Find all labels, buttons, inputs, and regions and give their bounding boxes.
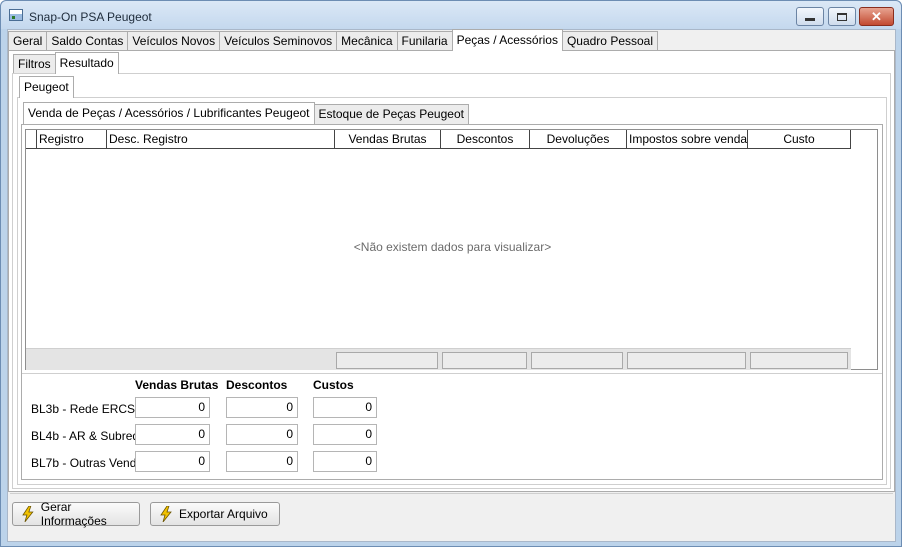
row-label-bl3b: BL3b - Rede ERCS	[31, 402, 136, 416]
report-tab-strip: Venda de Peças / Acessórios / Lubrifican…	[23, 102, 469, 124]
footer-vendas-brutas-cell	[336, 352, 438, 369]
grid-header: Registro Desc. Registro Vendas Brutas De…	[26, 130, 851, 149]
tab-resultado[interactable]: Resultado	[54, 52, 119, 74]
footer-devolucoes-cell	[531, 352, 623, 369]
app-window-icon	[9, 9, 23, 21]
title-bar[interactable]: Snap-On PSA Peugeot ✕	[1, 1, 901, 29]
venda-pecas-panel: Registro Desc. Registro Vendas Brutas De…	[21, 124, 883, 480]
exportar-arquivo-button[interactable]: Exportar Arquivo	[150, 502, 280, 526]
bl4b-custos-field[interactable]: 0	[313, 424, 377, 445]
close-button[interactable]: ✕	[859, 7, 894, 26]
gerar-informacoes-label: Gerar Informações	[40, 500, 107, 528]
col-devolucoes[interactable]: Devoluções	[530, 130, 627, 148]
maximize-icon	[837, 12, 847, 21]
footer-custo-cell	[750, 352, 848, 369]
tab-geral[interactable]: Geral	[8, 31, 48, 51]
tab-pecas-acessorios[interactable]: Peças / Acessórios	[451, 29, 563, 51]
peugeot-panel: Venda de Peças / Acessórios / Lubrifican…	[17, 97, 887, 485]
brand-tab-strip: Peugeot	[19, 76, 74, 98]
col-desc-registro[interactable]: Desc. Registro	[107, 130, 335, 148]
col-impostos-sobre-vendas[interactable]: Impostos sobre vendas	[627, 130, 748, 148]
tab-peugeot[interactable]: Peugeot	[19, 76, 74, 98]
bl4b-vendas-brutas-field[interactable]: 0	[135, 424, 210, 445]
minimize-button[interactable]	[796, 7, 824, 26]
totals-divider	[22, 373, 882, 374]
tab-mecanica[interactable]: Mecânica	[336, 31, 398, 51]
bl7b-descontos-field[interactable]: 0	[226, 451, 298, 472]
row-label-bl7b: BL7b - Outras Vendas	[31, 456, 150, 470]
bl3b-vendas-brutas-field[interactable]: 0	[135, 397, 210, 418]
maximize-button[interactable]	[828, 7, 856, 26]
exportar-arquivo-label: Exportar Arquivo	[179, 507, 268, 521]
tab-veiculos-novos[interactable]: Veículos Novos	[127, 31, 221, 51]
tab-saldo-contas[interactable]: Saldo Contas	[46, 31, 129, 51]
resultado-panel: Peugeot Venda de Peças / Acessórios / Lu…	[12, 73, 891, 489]
col-registro[interactable]: Registro	[37, 130, 107, 148]
gerar-informacoes-button[interactable]: Gerar Informações	[12, 500, 140, 528]
footer-impostos-cell	[627, 352, 746, 369]
tab-filtros[interactable]: Filtros	[13, 54, 56, 74]
application-window: Snap-On PSA Peugeot ✕ Geral Saldo Contas…	[0, 0, 902, 547]
tab-quadro-pessoal[interactable]: Quadro Pessoal	[561, 31, 659, 51]
footer-descontos-cell	[442, 352, 527, 369]
lightning-bolt-icon	[22, 506, 34, 522]
tab-funilaria[interactable]: Funilaria	[396, 31, 453, 51]
row-label-bl4b: BL4b - AR & Subrede	[31, 429, 146, 443]
col-vendas-brutas[interactable]: Vendas Brutas	[335, 130, 441, 148]
col-descontos[interactable]: Descontos	[441, 130, 530, 148]
main-tab-strip: Geral Saldo Contas Veículos Novos Veícul…	[8, 29, 659, 51]
bl7b-custos-field[interactable]: 0	[313, 451, 377, 472]
minimize-icon	[805, 18, 815, 21]
window-title: Snap-On PSA Peugeot	[29, 10, 152, 24]
pecas-acessorios-panel: Filtros Resultado Peugeot Venda de Peças…	[8, 50, 895, 492]
bl3b-descontos-field[interactable]: 0	[226, 397, 298, 418]
tab-estoque-pecas[interactable]: Estoque de Peças Peugeot	[313, 104, 469, 124]
row-indicator-header	[26, 130, 37, 148]
sub-tab-strip: Filtros Resultado	[13, 52, 119, 74]
grid-empty-message: <Não existem dados para visualizar>	[353, 240, 552, 254]
bl3b-custos-field[interactable]: 0	[313, 397, 377, 418]
bl7b-vendas-brutas-field[interactable]: 0	[135, 451, 210, 472]
tab-veiculos-seminovos[interactable]: Veículos Seminovos	[219, 31, 338, 51]
data-grid[interactable]: Registro Desc. Registro Vendas Brutas De…	[25, 129, 878, 370]
tab-venda-pecas[interactable]: Venda de Peças / Acessórios / Lubrifican…	[23, 102, 315, 124]
client-area: Geral Saldo Contas Veículos Novos Veícul…	[7, 29, 896, 542]
lightning-bolt-icon	[160, 506, 172, 522]
totals-header-vendas-brutas: Vendas Brutas	[135, 378, 219, 392]
action-bar: Gerar Informações Exportar Arquivo	[10, 493, 893, 537]
col-custo[interactable]: Custo	[748, 130, 851, 148]
totals-header-custos: Custos	[313, 378, 354, 392]
close-icon: ✕	[871, 9, 882, 24]
bl4b-descontos-field[interactable]: 0	[226, 424, 298, 445]
totals-header-descontos: Descontos	[226, 378, 288, 392]
grid-summary-footer	[26, 348, 851, 370]
